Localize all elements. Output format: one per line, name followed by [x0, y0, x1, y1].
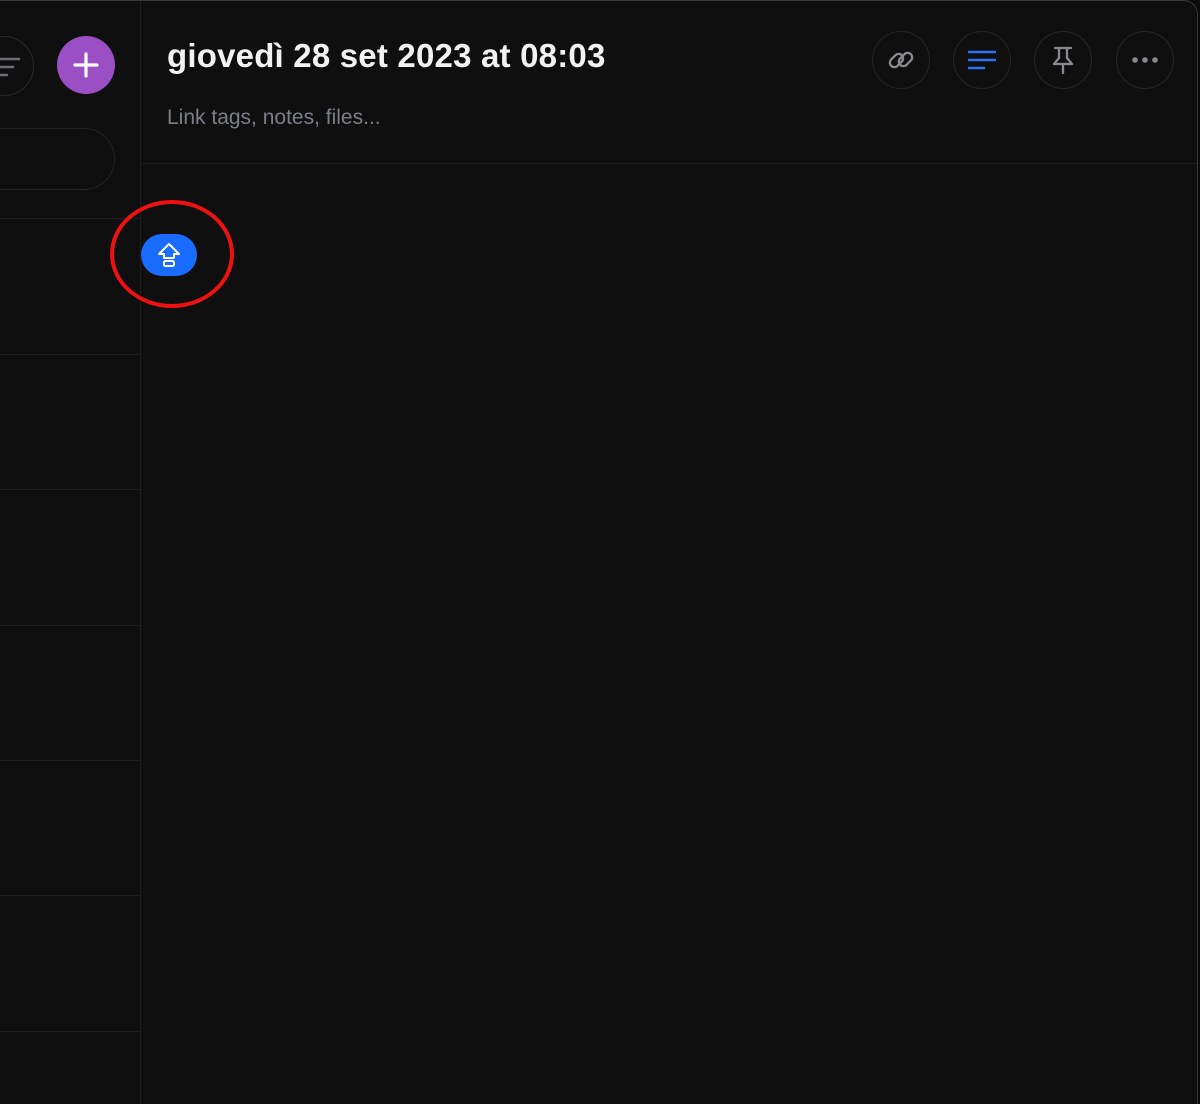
text-format-icon — [968, 50, 996, 70]
pin-button[interactable] — [1034, 31, 1092, 89]
upload-arrow-icon — [158, 243, 180, 267]
sort-icon — [0, 57, 21, 77]
search-field[interactable] — [0, 128, 115, 190]
list-divider — [0, 1031, 141, 1032]
list-divider — [0, 625, 141, 626]
more-icon — [1132, 57, 1158, 63]
notes-sidebar — [0, 1, 141, 1104]
plus-icon — [73, 52, 99, 78]
link-tags-field[interactable]: Link tags, notes, files... — [167, 106, 381, 130]
pin-icon — [1052, 46, 1074, 75]
app-window: giovedì 28 set 2023 at 08:03 Link tags, … — [0, 0, 1198, 1104]
list-divider — [0, 760, 141, 761]
list-divider — [0, 354, 141, 355]
new-note-button[interactable] — [57, 36, 115, 94]
list-divider — [0, 489, 141, 490]
list-divider — [0, 895, 141, 896]
sort-button[interactable] — [0, 36, 34, 96]
more-button[interactable] — [1116, 31, 1174, 89]
link-icon — [888, 51, 914, 69]
upload-button[interactable] — [141, 234, 197, 276]
note-title[interactable]: giovedì 28 set 2023 at 08:03 — [167, 37, 606, 75]
link-button[interactable] — [872, 31, 930, 89]
list-divider — [0, 218, 141, 219]
text-format-button[interactable] — [953, 31, 1011, 89]
note-header: giovedì 28 set 2023 at 08:03 Link tags, … — [141, 1, 1197, 164]
